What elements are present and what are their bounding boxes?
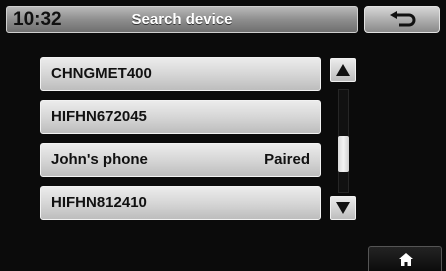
triangle-down-icon <box>336 202 350 214</box>
home-button[interactable] <box>368 246 442 271</box>
back-arrow-icon <box>390 11 416 27</box>
device-name: CHNGMET400 <box>51 65 152 82</box>
page-title: Search device <box>131 11 233 28</box>
header-bar: 10:32 Search device <box>6 6 358 33</box>
scroll-down-button[interactable] <box>330 196 356 220</box>
device-status: Paired <box>264 151 310 168</box>
device-name: John's phone <box>51 151 148 168</box>
device-name: HIFHN672045 <box>51 108 147 125</box>
device-list-item[interactable]: John's phone Paired <box>40 143 321 177</box>
device-name: HIFHN812410 <box>51 194 147 211</box>
home-icon <box>399 253 413 266</box>
device-list-item[interactable]: CHNGMET400 <box>40 57 321 91</box>
scroll-up-button[interactable] <box>330 58 356 82</box>
device-list-item[interactable]: HIFHN812410 <box>40 186 321 220</box>
scrollbar-thumb[interactable] <box>338 136 349 172</box>
device-list-item[interactable]: HIFHN672045 <box>40 100 321 134</box>
back-button[interactable] <box>364 6 440 33</box>
triangle-up-icon <box>336 64 350 76</box>
